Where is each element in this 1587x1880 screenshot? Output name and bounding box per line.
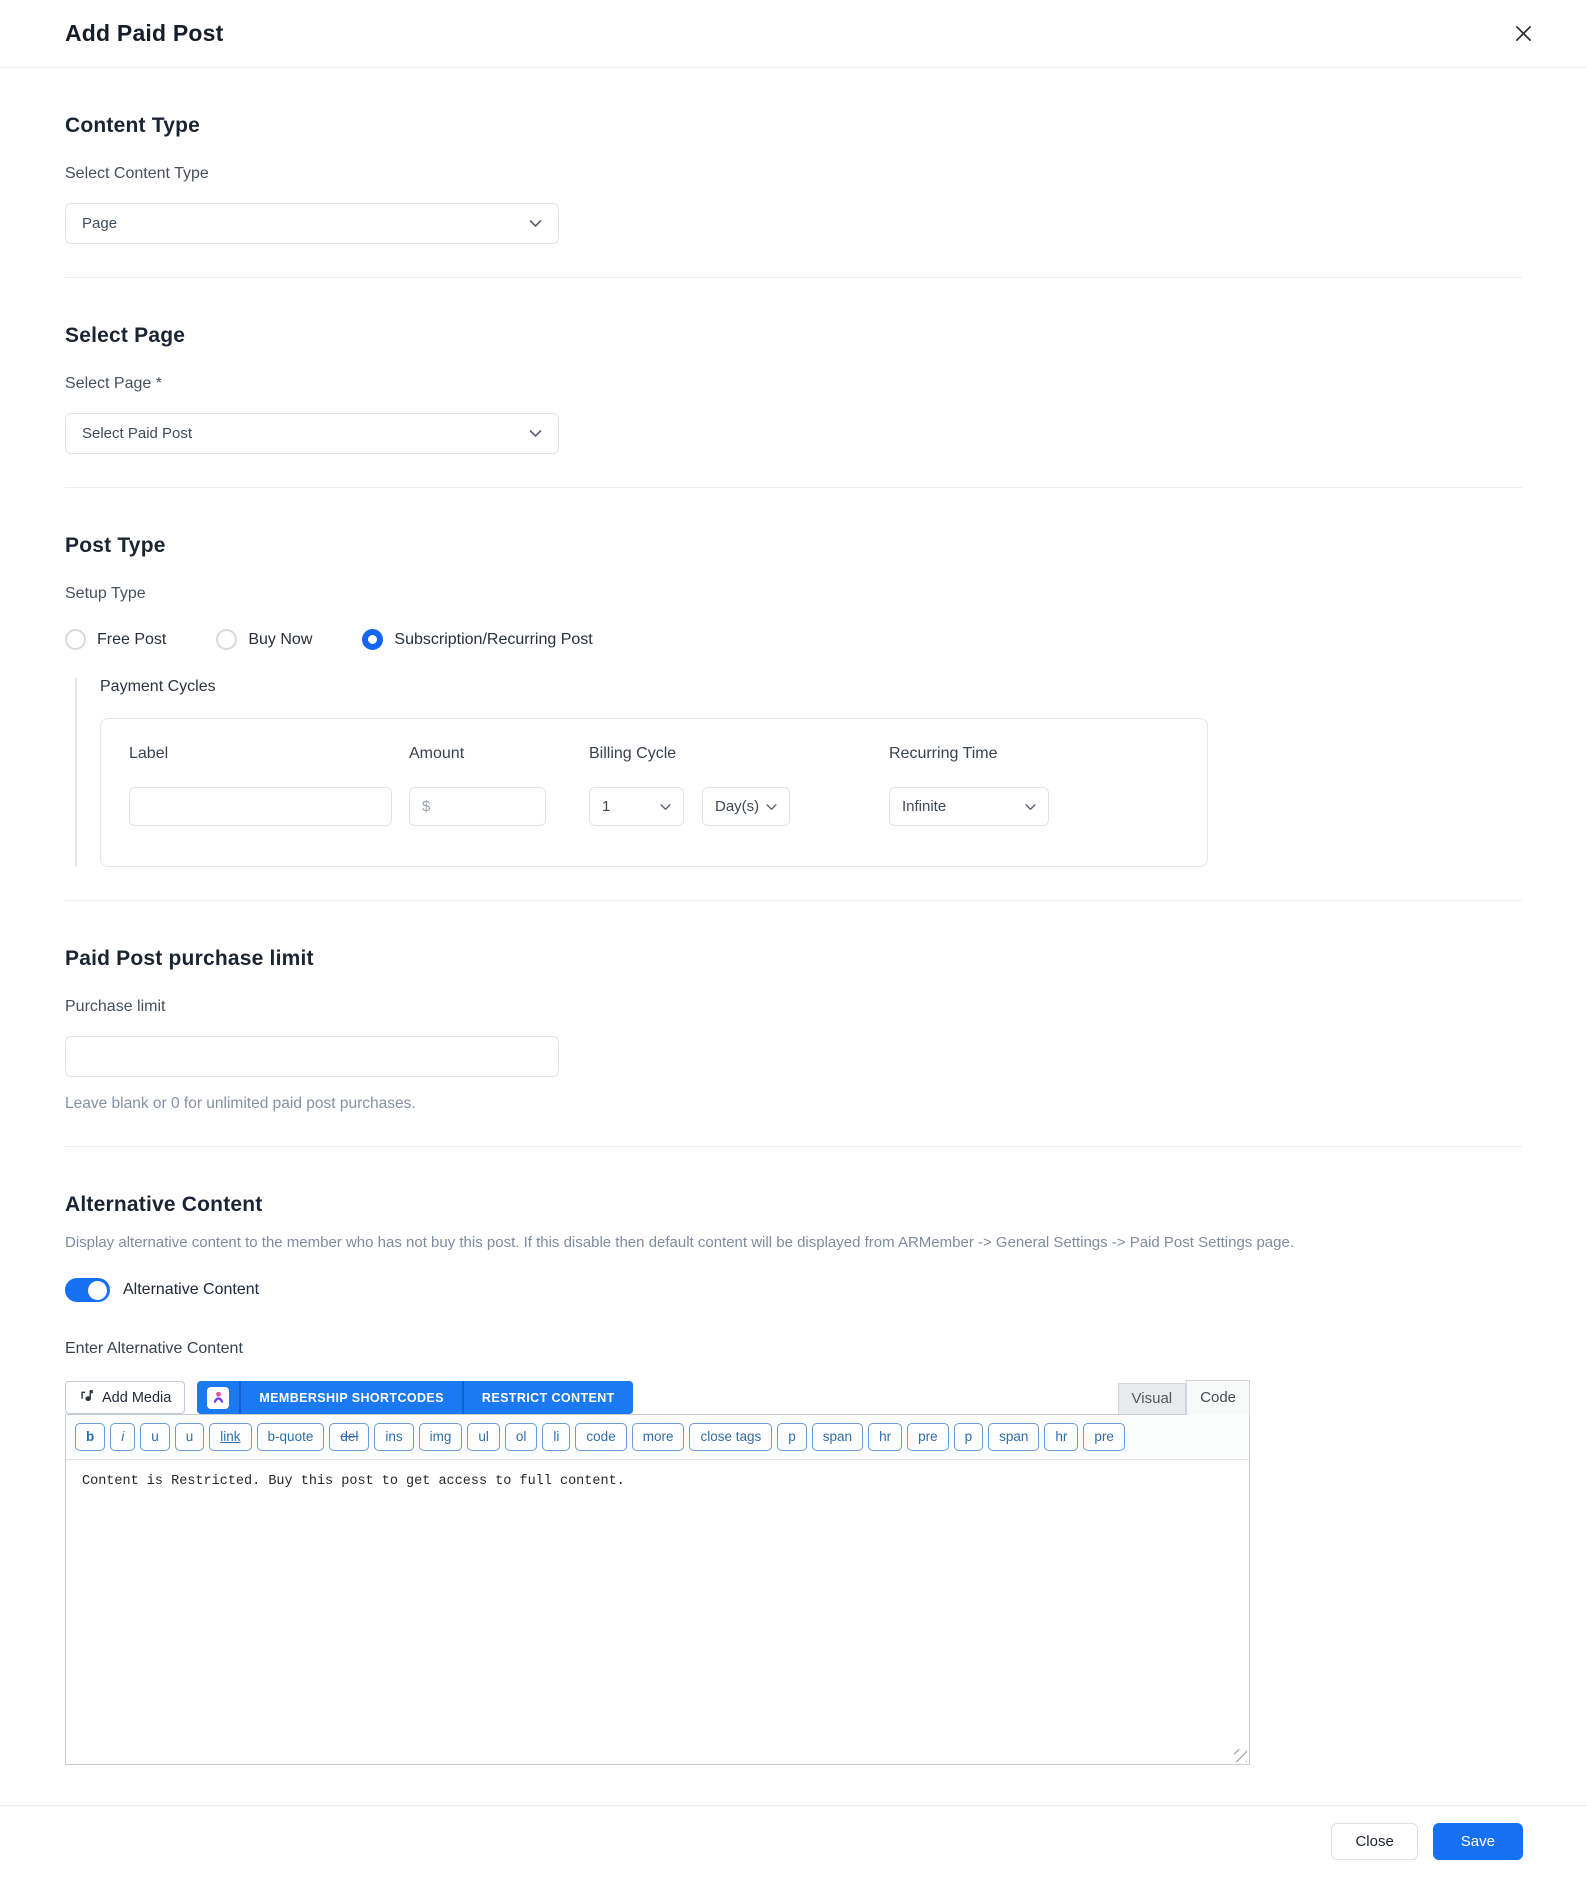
billing-cycle-unit-select[interactable]: Day(s) [702, 787, 790, 826]
payment-cycles-heading: Payment Cycles [100, 678, 216, 695]
section-divider [65, 277, 1522, 278]
column-header-billing-cycle: Billing Cycle [589, 745, 677, 762]
setup-type-radio-buy-now[interactable]: Buy Now [216, 629, 312, 650]
post-type-heading: Post Type [65, 534, 166, 557]
setup-type-label: Setup Type [65, 585, 146, 602]
purchase-limit-heading: Paid Post purchase limit [65, 947, 314, 970]
quicktag-b-quote-button[interactable]: b-quote [256, 1423, 325, 1452]
quicktag-b-button[interactable]: b [75, 1423, 106, 1452]
radio-label: Buy Now [248, 630, 313, 648]
setup-type-radio-subscription-recurring-post[interactable]: Subscription/Recurring Post [362, 629, 593, 650]
editor-mode-tabs: Visual Code [1117, 1380, 1250, 1415]
content-type-select-value: Page [82, 215, 118, 232]
setup-type-options: Free Post Buy Now Subscription/Recurring P… [65, 629, 1522, 650]
quicktag-close-tags-button[interactable]: close tags [689, 1423, 773, 1452]
page-title: Add Paid Post [65, 20, 224, 46]
close-icon [1514, 25, 1533, 46]
content-type-select[interactable]: Page [65, 203, 559, 244]
quicktag-p-button[interactable]: p [953, 1423, 984, 1452]
quicktag-more-button[interactable]: more [631, 1423, 685, 1452]
select-page-heading: Select Page [65, 324, 186, 347]
quicktag-p-button[interactable]: p [777, 1423, 807, 1452]
alternative-content-toggle-label: Alternative Content [123, 1281, 260, 1298]
quicktag-li-button[interactable]: li [542, 1423, 571, 1452]
radio-circle-icon [216, 629, 238, 650]
quicktag-img-button[interactable]: img [418, 1423, 463, 1452]
quicktag-i-button[interactable]: i [110, 1423, 136, 1452]
tab-visual[interactable]: Visual [1117, 1383, 1187, 1414]
tab-code[interactable]: Code [1186, 1380, 1250, 1415]
quicktags-toolbar: b i u u link b-quote del ins img ul ol li code more cl… [66, 1415, 1249, 1460]
radio-circle-icon [362, 629, 384, 650]
modal-body: Content Type Select Content Type Page Se… [0, 68, 1587, 1766]
cycle-label-input[interactable] [129, 787, 392, 826]
content-type-label: Select Content Type [65, 165, 209, 182]
chevron-down-icon [529, 425, 542, 442]
alternative-content-description: Display alternative content to the membe… [65, 1234, 1294, 1251]
shortcode-button-group: MEMBERSHIP SHORTCODES RESTRICT CONTENT [197, 1381, 633, 1414]
section-divider [65, 900, 1522, 901]
quicktag-ins-button[interactable]: ins [374, 1423, 414, 1452]
setup-type-radio-free-post[interactable]: Free Post [65, 629, 166, 650]
chevron-down-icon [529, 215, 542, 232]
quicktag-del-button[interactable]: del [329, 1423, 370, 1452]
cycle-amount-input[interactable] [409, 787, 546, 826]
quicktag-pre-button[interactable]: pre [1083, 1423, 1125, 1452]
column-header-amount: Amount [409, 745, 465, 762]
content-type-heading: Content Type [65, 114, 201, 137]
radio-label: Subscription/Recurring Post [394, 630, 593, 648]
save-button[interactable]: Save [1432, 1823, 1523, 1861]
close-modal-button[interactable]: Close [1331, 1823, 1418, 1861]
radio-label: Free Post [97, 630, 167, 648]
modal-header: Add Paid Post [0, 0, 1587, 68]
quicktag-span-button[interactable]: span [811, 1423, 864, 1452]
armember-logo-icon [197, 1381, 239, 1414]
quicktag-span-button[interactable]: span [988, 1423, 1040, 1452]
billing-cycle-unit-value: Day(s) [715, 798, 760, 815]
purchase-limit-hint: Leave blank or 0 for unlimited paid post… [65, 1095, 416, 1112]
purchase-limit-label: Purchase limit [65, 998, 166, 1015]
quicktag-link-button[interactable]: link [209, 1423, 252, 1452]
alternative-content-textarea[interactable]: Content is Restricted. Buy this post to … [66, 1459, 1249, 1765]
recurring-time-value: Infinite [902, 798, 947, 815]
close-button[interactable] [1508, 18, 1539, 49]
radio-circle-icon [65, 629, 86, 650]
select-page-select-value: Select Paid Post [82, 425, 193, 442]
editor-box: b i u u link b-quote del ins img ul ol li code more cl… [65, 1414, 1250, 1766]
enter-alternative-content-label: Enter Alternative Content [65, 1340, 243, 1357]
quicktag-u-button[interactable]: u [140, 1423, 170, 1452]
quicktag-hr-button[interactable]: hr [868, 1423, 903, 1452]
toggle-knob [88, 1280, 107, 1300]
quicktag-pre-button[interactable]: pre [907, 1423, 949, 1452]
content-editor: Add Media MEMBERSHIP SHORTCODES RESTRICT… [65, 1380, 1250, 1766]
payment-cycles-panel: Label Amount Billing Cycle Recurring Tim… [100, 718, 1208, 867]
alternative-content-toggle[interactable] [65, 1278, 110, 1302]
column-header-recurring-time: Recurring Time [889, 745, 998, 762]
chevron-down-icon [1025, 798, 1036, 815]
section-divider [65, 487, 1522, 488]
alternative-content-heading: Alternative Content [65, 1193, 263, 1216]
billing-cycle-count-select[interactable]: 1 [589, 787, 684, 826]
column-header-label: Label [129, 745, 169, 762]
media-icon [79, 1388, 95, 1408]
chevron-down-icon [766, 798, 777, 815]
recurring-time-select[interactable]: Infinite [889, 787, 1049, 826]
select-page-label: Select Page * [65, 375, 162, 392]
add-media-button[interactable]: Add Media [65, 1381, 186, 1414]
restrict-content-button[interactable]: RESTRICT CONTENT [461, 1381, 633, 1414]
select-page-select[interactable]: Select Paid Post [65, 413, 559, 454]
quicktag-code-button[interactable]: code [575, 1423, 627, 1452]
quicktag-ul-button[interactable]: ul [467, 1423, 500, 1452]
add-media-label: Add Media [102, 1389, 172, 1406]
quicktag-u-button[interactable]: u [174, 1423, 205, 1452]
modal-footer: Close Save [0, 1805, 1587, 1880]
purchase-limit-input[interactable] [65, 1036, 559, 1077]
membership-shortcodes-button[interactable]: MEMBERSHIP SHORTCODES [239, 1381, 462, 1414]
quicktag-ol-button[interactable]: ol [504, 1423, 538, 1452]
chevron-down-icon [660, 798, 671, 815]
subscription-settings: Payment Cycles Label Amount Billing Cycl… [75, 678, 1522, 867]
section-divider [65, 1146, 1522, 1147]
billing-cycle-count-value: 1 [602, 798, 611, 815]
quicktag-hr-button[interactable]: hr [1044, 1423, 1079, 1452]
